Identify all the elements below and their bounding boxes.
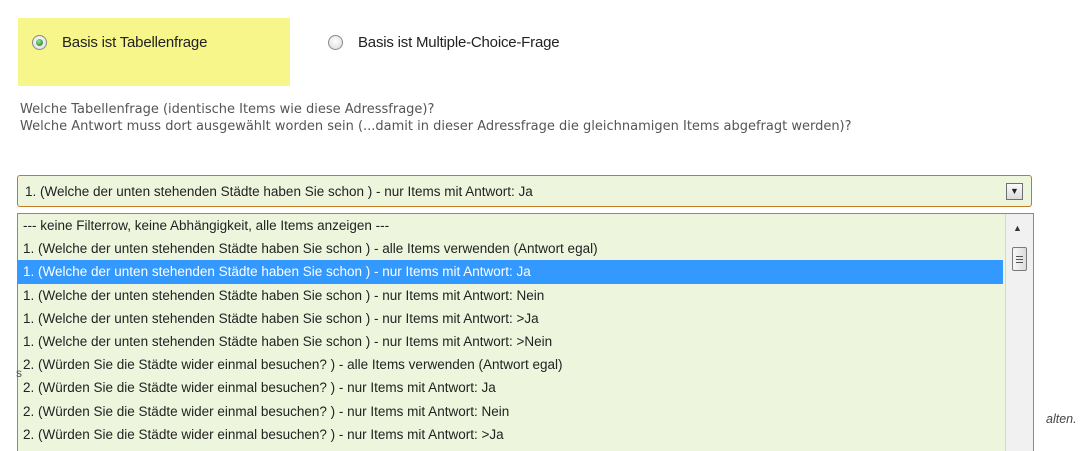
radio-button-unchecked[interactable] [328, 35, 343, 50]
question-line-1: Welche Tabellenfrage (identische Items w… [20, 102, 435, 117]
dropdown-option[interactable]: 1. (Welche der unten stehenden Städte ha… [18, 237, 1003, 260]
radio-option-multiple-choice[interactable]: Basis ist Multiple-Choice-Frage [328, 34, 560, 51]
dropdown-options-list[interactable]: --- keine Filterrow, keine Abhängigkeit,… [17, 213, 1034, 451]
dropdown-option[interactable]: 2. (Würden Sie die Städte wider einmal b… [18, 376, 1003, 399]
select-current-value: 1. (Welche der unten stehenden Städte ha… [25, 184, 533, 199]
dropdown-option[interactable]: --- keine Filterrow, keine Abhängigkeit,… [18, 214, 1003, 237]
dropdown-option[interactable]: 1. (Welche der unten stehenden Städte ha… [18, 330, 1003, 353]
dropdown-scrollbar[interactable]: ▲ [1005, 214, 1033, 451]
question-text: Welche Tabellenfrage (identische Items w… [20, 101, 1030, 135]
chevron-down-icon[interactable]: ▼ [1006, 183, 1023, 200]
radio-option-tabellenfrage[interactable]: Basis ist Tabellenfrage [32, 34, 207, 51]
background-text-fragment-right: alten. [1046, 412, 1077, 426]
radio-checked-dot [36, 39, 43, 46]
question-line-2: Welche Antwort muss dort ausgewählt word… [20, 119, 852, 134]
dropdown-option[interactable]: 2. (Würden Sie die Städte wider einmal b… [18, 353, 1003, 376]
dropdown-option[interactable]: 2. (Würden Sie die Städte wider einmal b… [18, 423, 1003, 446]
radio-label-multiple-choice: Basis ist Multiple-Choice-Frage [358, 34, 560, 51]
scrollbar-thumb[interactable] [1012, 247, 1027, 271]
radio-label-tabellenfrage: Basis ist Tabellenfrage [62, 34, 208, 51]
dropdown-option[interactable]: 2. (Würden Sie die Städte wider einmal b… [18, 400, 1003, 423]
selected-option-highlight [18, 18, 290, 86]
scroll-up-arrow-icon[interactable]: ▲ [1013, 223, 1022, 233]
filter-select[interactable]: 1. (Welche der unten stehenden Städte ha… [17, 175, 1032, 207]
dropdown-option[interactable]: 1. (Welche der unten stehenden Städte ha… [18, 284, 1003, 307]
dropdown-option-selected[interactable]: 1. (Welche der unten stehenden Städte ha… [18, 260, 1003, 284]
background-text-fragment-left: s [16, 366, 22, 380]
dropdown-option[interactable]: 1. (Welche der unten stehenden Städte ha… [18, 307, 1003, 330]
radio-button-checked[interactable] [32, 35, 47, 50]
